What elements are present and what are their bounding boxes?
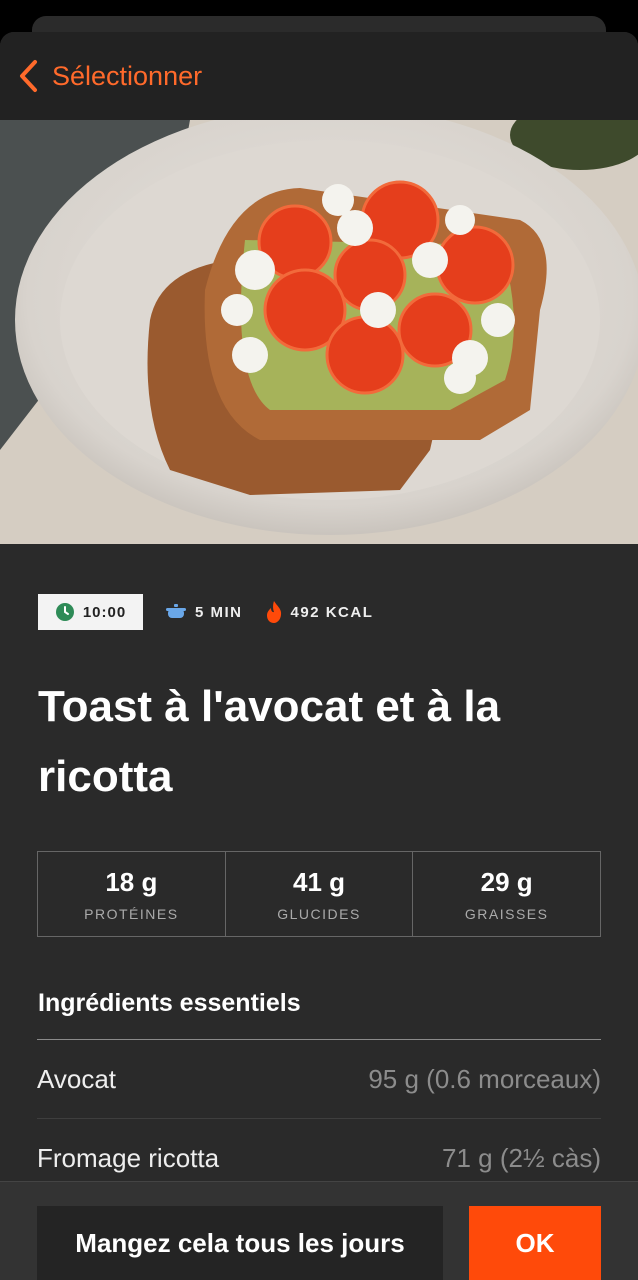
macro-protein: 18 g PROTÉINES [38,852,225,936]
macro-label: PROTÉINES [84,905,179,922]
macro-value: 41 g [292,866,346,897]
macro-carbs: 41 g GLUCIDES [224,852,413,936]
calories-label: 492 KCAL [290,603,374,621]
eat-daily-button[interactable]: Mangez cela tous les jours [37,1206,443,1280]
recipe-title: Toast à l'avocat et à la ricotta [38,682,501,801]
recipe-sheet: Sélectionner 10:00 5 MIN 492 KCAL Toast … [0,32,638,1280]
chevron-left-icon [20,60,37,92]
macro-fat: 29 g GRAISSES [412,852,600,936]
navigation-bar: Sélectionner [0,32,638,120]
calories: 492 KCAL [265,600,374,624]
prep-time: 5 MIN [165,603,243,621]
meal-time: 10:00 [82,603,127,621]
flame-icon [266,601,281,623]
back-button[interactable]: Sélectionner [18,58,202,94]
clock-icon [55,603,74,621]
back-label: Sélectionner [52,60,203,91]
ingredient-name: Fromage ricotta [37,1142,220,1173]
macros-table: 18 g PROTÉINES 41 g GLUCIDES 29 g GRAISS… [37,851,601,937]
recipe-meta: 10:00 5 MIN 492 KCAL [38,594,373,630]
ingredients-list: Avocat 95 g (0.6 morceaux) Fromage ricot… [37,1040,601,1198]
macro-label: GLUCIDES [277,905,361,922]
ingredient-quantity: 95 g (0.6 morceaux) [368,1063,601,1094]
ok-button[interactable]: OK [469,1206,601,1280]
recipe-photo [0,120,638,544]
ingredient-name: Avocat [37,1063,117,1094]
prep-time-label: 5 MIN [195,603,243,621]
ingredients-heading: Ingrédients essentiels [38,989,301,1017]
macro-value: 18 g [105,866,158,897]
macro-label: GRAISSES [464,905,549,922]
cooking-pot-icon [166,604,186,618]
list-item[interactable]: Avocat 95 g (0.6 morceaux) [37,1040,601,1119]
macro-value: 29 g [480,866,533,897]
meal-time-chip: 10:00 [38,594,143,630]
ingredient-quantity: 71 g (2½ càs) [442,1142,601,1173]
action-bar: Mangez cela tous les jours OK [0,1181,638,1280]
